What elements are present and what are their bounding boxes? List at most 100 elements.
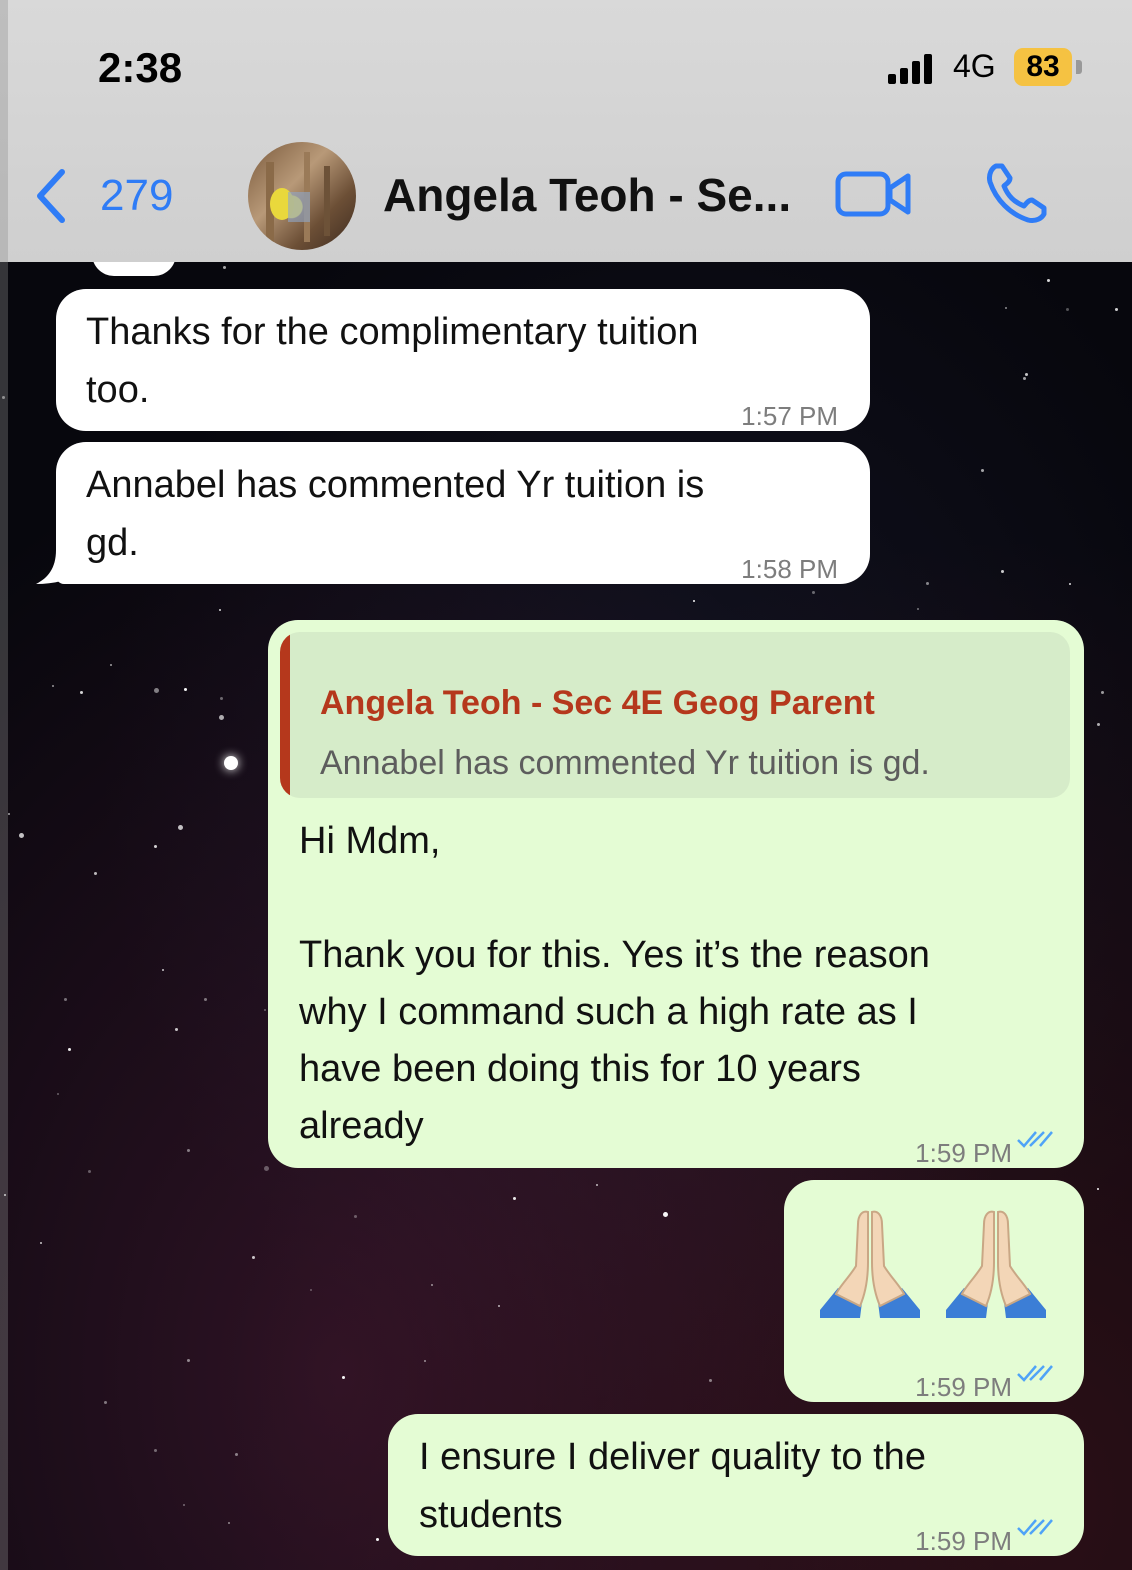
message-text: I ensure I deliver quality to the: [419, 1436, 926, 1478]
star: [1005, 307, 1007, 309]
signal-strength-icon: [888, 54, 948, 84]
message-text: Thanks for the complimentary tuition: [86, 311, 699, 353]
star: [342, 1376, 345, 1379]
star: [235, 1453, 238, 1456]
star: [926, 582, 929, 585]
star: [709, 1379, 712, 1382]
quoted-reply[interactable]: Angela Teoh - Sec 4E Geog Parent Annabel…: [280, 632, 1070, 798]
star: [310, 1289, 312, 1291]
quoted-text: Annabel has commented Yr tuition is gd.: [320, 744, 930, 782]
avatar-photo: [266, 152, 330, 242]
star: [110, 664, 112, 666]
chat-screen: Thanks for the complimentary tuition too…: [0, 0, 1132, 1570]
message-timestamp: 1:59 PM: [915, 1372, 1012, 1402]
star: [80, 691, 83, 694]
star: [219, 609, 221, 611]
message-text: students: [419, 1494, 563, 1536]
screen-edge: [0, 0, 8, 1570]
star: [104, 1401, 107, 1404]
star: [1069, 583, 1071, 585]
message-timestamp: 1:59 PM: [915, 1138, 1012, 1168]
star: [154, 688, 159, 693]
star: [52, 685, 54, 687]
read-receipt-icon: [1017, 1131, 1053, 1148]
chevron-left-icon: [37, 169, 65, 223]
battery-icon: 83: [1014, 48, 1072, 86]
message-bubble-outgoing[interactable]: I ensure I deliver quality to the studen…: [388, 1414, 1084, 1556]
message-text: already: [299, 1105, 424, 1147]
read-receipt-icon: [1017, 1365, 1053, 1382]
message-text: why I command such a high rate as I: [299, 991, 918, 1033]
message-text: too.: [86, 369, 150, 411]
status-time: 2:38: [98, 44, 183, 91]
star: [1001, 570, 1004, 573]
star: [183, 1504, 185, 1506]
star: [264, 1009, 266, 1011]
star: [228, 1522, 230, 1524]
star: [663, 1212, 668, 1217]
avatar[interactable]: [248, 142, 356, 250]
battery-level: 83: [1026, 50, 1060, 83]
star: [596, 1184, 598, 1186]
unread-chats-count: 279: [100, 171, 174, 220]
contact-name[interactable]: Angela Teoh - Se...: [383, 168, 791, 222]
message-text: Hi Mdm,: [299, 820, 441, 862]
message-timestamp: 1:58 PM: [741, 554, 838, 584]
star: [1097, 723, 1100, 726]
star: [187, 1149, 190, 1152]
star: [40, 1242, 42, 1244]
star: [354, 1215, 357, 1218]
bubble-tail-icon: [36, 550, 82, 584]
message-bubble-incoming[interactable]: Thanks for the complimentary tuition too…: [56, 289, 870, 431]
star: [1115, 308, 1118, 311]
star: [219, 715, 224, 720]
star: [68, 1048, 71, 1051]
star: [917, 608, 919, 610]
star: [220, 697, 223, 700]
navigation-header: 2:38 4G 83 279 Angela Teoh - Se...: [0, 0, 1132, 262]
read-receipt-icon: [1017, 1519, 1053, 1536]
battery-tip: [1076, 60, 1082, 74]
star: [57, 1093, 59, 1095]
star: [64, 998, 67, 1001]
network-type: 4G: [953, 48, 996, 84]
star: [1066, 308, 1069, 311]
back-button[interactable]: 279: [30, 166, 173, 226]
star: [19, 833, 24, 838]
star: [693, 600, 695, 602]
quote-accent-bar: [280, 632, 290, 798]
star: [94, 872, 97, 875]
star: [175, 1028, 178, 1031]
message-timestamp: 1:57 PM: [741, 401, 838, 431]
video-call-icon[interactable]: [834, 166, 914, 222]
star: [154, 1449, 157, 1452]
star: [162, 969, 164, 971]
star: [224, 756, 238, 770]
star: [1047, 279, 1050, 282]
quoted-author: Angela Teoh - Sec 4E Geog Parent: [320, 684, 875, 722]
star: [178, 825, 183, 830]
message-bubble-outgoing[interactable]: 1:59 PM: [784, 1180, 1084, 1402]
star: [1023, 377, 1026, 380]
star: [8, 813, 10, 815]
star: [498, 1305, 500, 1307]
folded-hands-icon: [946, 1210, 1046, 1318]
star: [204, 998, 207, 1001]
star: [1097, 1188, 1099, 1190]
message-text: Thank you for this. Yes it’s the reason: [299, 934, 930, 976]
star: [376, 1538, 379, 1541]
star: [187, 1359, 190, 1362]
star: [1101, 691, 1104, 694]
message-text: gd.: [86, 522, 139, 564]
star: [513, 1197, 516, 1200]
star: [154, 845, 157, 848]
phone-call-icon[interactable]: [984, 160, 1050, 226]
folded-hands-icon: [820, 1210, 920, 1318]
message-bubble-incoming[interactable]: Annabel has commented Yr tuition is gd. …: [56, 442, 870, 584]
star: [431, 1284, 433, 1286]
star: [184, 688, 187, 691]
star: [88, 1170, 91, 1173]
message-timestamp: 1:59 PM: [915, 1526, 1012, 1556]
message-bubble-outgoing[interactable]: Angela Teoh - Sec 4E Geog Parent Annabel…: [268, 620, 1084, 1168]
message-text: have been doing this for 10 years: [299, 1048, 861, 1090]
